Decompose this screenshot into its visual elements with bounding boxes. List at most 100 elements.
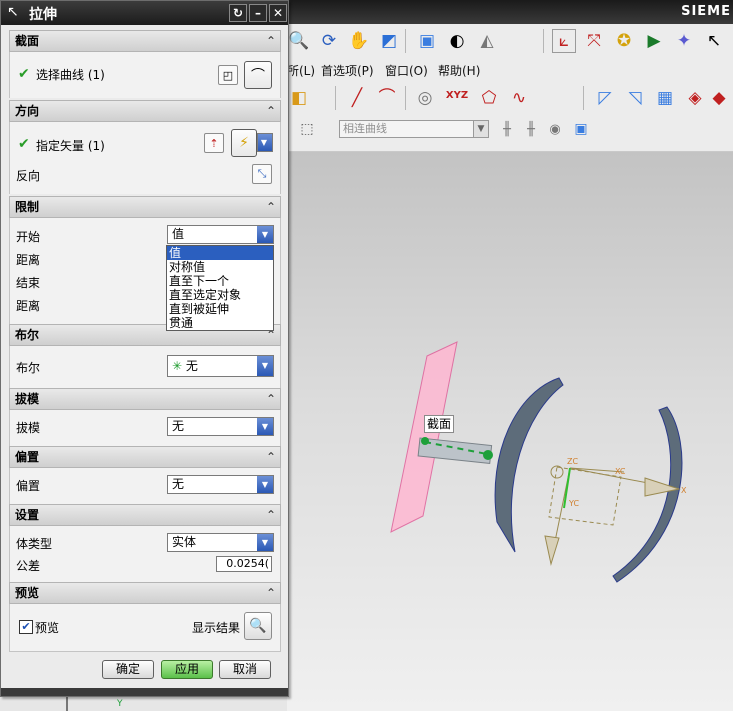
chevron-up-icon[interactable]: ⌃ bbox=[266, 101, 276, 121]
start-distance-label: 距离 bbox=[16, 253, 41, 267]
dialog-titlebar[interactable]: ↖ 拉伸 ↻ – ✕ bbox=[1, 1, 288, 25]
vector-handle bbox=[483, 450, 493, 460]
limits-header[interactable]: 限制 ⌃ bbox=[9, 196, 281, 218]
settings-header[interactable]: 设置 ⌃ bbox=[9, 504, 281, 526]
block-icon[interactable]: ◧ bbox=[287, 86, 311, 110]
vector-type-dropdown[interactable]: ▼ bbox=[257, 133, 273, 152]
chevron-up-icon[interactable]: ⌃ bbox=[266, 583, 276, 603]
vector-dialog-icon[interactable]: ⇡ bbox=[204, 133, 224, 153]
dropdown-option[interactable]: 值 bbox=[167, 246, 273, 260]
menu-item[interactable]: 所(L) bbox=[287, 62, 315, 79]
chevron-down-icon[interactable]: ▼ bbox=[257, 356, 273, 376]
section-header[interactable]: 截面 ⌃ bbox=[9, 30, 281, 52]
chevron-down-icon[interactable]: ▼ bbox=[257, 418, 273, 435]
chevron-up-icon[interactable]: ⌃ bbox=[266, 389, 276, 409]
curve-rule-combo[interactable]: 相连曲线 ▼ bbox=[339, 120, 489, 138]
offset-select[interactable]: 无 ▼ bbox=[167, 475, 274, 494]
dropdown-option[interactable]: 贯通 bbox=[167, 316, 273, 330]
intersect-icon[interactable]: ╫ bbox=[495, 117, 519, 141]
graphics-viewport[interactable]: ZC YC XC X 截面 bbox=[287, 152, 733, 711]
start-type-select[interactable]: 值 ▼ bbox=[167, 225, 274, 244]
selection-box-icon[interactable]: ⬚ bbox=[295, 117, 319, 141]
chevron-up-icon[interactable]: ⌃ bbox=[266, 447, 276, 467]
csys-xc-label: XC bbox=[615, 467, 626, 476]
body-type-select[interactable]: 实体 ▼ bbox=[167, 533, 274, 552]
trim-surface-icon[interactable]: ◈ bbox=[683, 86, 707, 110]
wcs-icon[interactable]: ⟀ bbox=[552, 29, 576, 53]
menu-item-help[interactable]: 帮助(H) bbox=[438, 62, 480, 79]
boolean-select[interactable]: ✳ 无 ▼ bbox=[167, 355, 274, 377]
start-type-dropdown-list[interactable]: 值 对称值 直至下一个 直至选定对象 直到被延伸 贯通 bbox=[166, 245, 274, 331]
direction-header-label: 方向 bbox=[15, 104, 40, 118]
chevron-down-icon[interactable]: ▼ bbox=[257, 534, 273, 551]
magnifier-icon: 🔍 bbox=[249, 618, 267, 634]
start-type-value: 值 bbox=[172, 227, 185, 241]
cancel-button[interactable]: 取消 bbox=[219, 660, 271, 679]
law-curve-icon[interactable]: XYZ bbox=[445, 84, 469, 108]
section-header-label: 截面 bbox=[15, 34, 40, 48]
draft-select[interactable]: 无 ▼ bbox=[167, 417, 274, 436]
chevron-up-icon[interactable]: ⌃ bbox=[266, 197, 276, 217]
chevron-down-icon[interactable]: ▼ bbox=[257, 226, 273, 243]
preview-checkbox[interactable]: ✔ bbox=[19, 620, 33, 634]
menu-item-preferences[interactable]: 首选项(P) bbox=[321, 62, 374, 79]
view-icon[interactable]: ▣ bbox=[569, 117, 593, 141]
edit-surface-icon[interactable]: ◆ bbox=[707, 86, 731, 110]
fit-icon[interactable]: ◩ bbox=[377, 29, 401, 53]
dropdown-option[interactable]: 直到被延伸 bbox=[167, 302, 273, 316]
tolerance-input[interactable]: 0.0254( bbox=[216, 556, 272, 572]
chevron-down-icon[interactable]: ▼ bbox=[473, 121, 488, 137]
dropdown-option[interactable]: 直至选定对象 bbox=[167, 288, 273, 302]
render-style-icon[interactable]: ◐ bbox=[445, 29, 469, 53]
menu-item-window[interactable]: 窗口(O) bbox=[385, 62, 428, 79]
zoom-icon[interactable]: 🔍 bbox=[287, 29, 311, 53]
chevron-down-icon[interactable]: ▼ bbox=[257, 476, 273, 493]
toolbar-separator bbox=[583, 86, 584, 110]
extrude-icon: ↖ bbox=[7, 4, 19, 20]
preview-label: 预览 bbox=[35, 621, 60, 635]
line-icon[interactable]: ╱ bbox=[345, 86, 369, 110]
reverse-direction-icon[interactable]: ⤡ bbox=[252, 164, 272, 184]
chevron-up-icon[interactable]: ⌃ bbox=[266, 505, 276, 525]
minimize-button[interactable]: – bbox=[249, 4, 267, 22]
offset-value: 无 bbox=[172, 477, 185, 491]
display-mode-icon[interactable]: ◭ bbox=[475, 29, 499, 53]
draft-header[interactable]: 拔模 ⌃ bbox=[9, 388, 281, 410]
helix-icon[interactable]: ◎ bbox=[413, 86, 437, 110]
sketch-plane bbox=[390, 341, 458, 533]
preview-header[interactable]: 预览 ⌃ bbox=[9, 582, 281, 604]
follow-fillet-icon[interactable]: ◉ bbox=[543, 117, 567, 141]
apply-button[interactable]: 应用 bbox=[161, 660, 213, 679]
polygon-icon[interactable]: ⬠ bbox=[477, 86, 501, 110]
surface-icon[interactable]: ◸ bbox=[593, 86, 617, 110]
chevron-down-icon[interactable]: ▼ bbox=[258, 134, 272, 151]
ok-button[interactable]: 确定 bbox=[102, 660, 154, 679]
offset-header[interactable]: 偏置 ⌃ bbox=[9, 446, 281, 468]
surface-sweep-icon[interactable]: ◹ bbox=[623, 86, 647, 110]
pan-icon[interactable]: ✋ bbox=[347, 29, 371, 53]
vector-type-button[interactable]: ⚡ bbox=[231, 129, 257, 157]
spline-icon[interactable]: ∿ bbox=[507, 86, 531, 110]
sketch-section-icon[interactable]: ◰ bbox=[218, 65, 238, 85]
show-result-button[interactable]: 🔍 bbox=[244, 612, 272, 640]
close-button[interactable]: ✕ bbox=[269, 4, 287, 22]
wcs-axis-stub bbox=[66, 697, 68, 711]
reset-icon[interactable]: ↻ bbox=[229, 4, 247, 22]
view-cube-icon[interactable]: ▣ bbox=[415, 29, 439, 53]
pointer-icon[interactable]: ↖ bbox=[702, 29, 726, 53]
snap-point-icon[interactable]: ✪ bbox=[612, 29, 636, 53]
stop-at-intersection-icon[interactable]: ╫ bbox=[519, 117, 543, 141]
toolbar-separator bbox=[405, 86, 406, 110]
select-filter-icon[interactable]: ▶ bbox=[642, 29, 666, 53]
arc-icon[interactable]: ⌒ bbox=[375, 86, 399, 110]
dropdown-option[interactable]: 对称值 bbox=[167, 260, 273, 274]
selection-icon[interactable]: ✦ bbox=[672, 29, 696, 53]
csys-icon[interactable]: ⤧ bbox=[582, 29, 606, 53]
select-curve-button[interactable]: ⌒ bbox=[244, 61, 272, 89]
direction-header[interactable]: 方向 ⌃ bbox=[9, 100, 281, 122]
mesh-surface-icon[interactable]: ▦ bbox=[653, 86, 677, 110]
dropdown-option[interactable]: 直至下一个 bbox=[167, 274, 273, 288]
chevron-up-icon[interactable]: ⌃ bbox=[266, 31, 276, 51]
boolean-body: 布尔 ✳ 无 ▼ bbox=[9, 346, 281, 388]
rotate-icon[interactable]: ⟳ bbox=[317, 29, 341, 53]
